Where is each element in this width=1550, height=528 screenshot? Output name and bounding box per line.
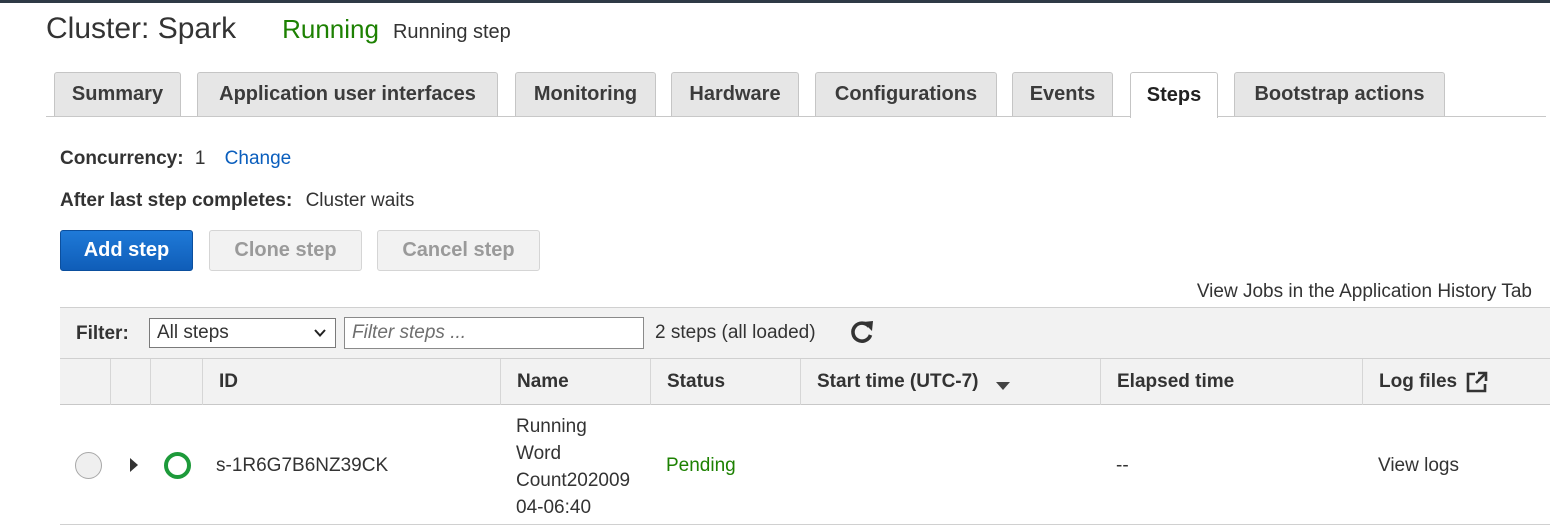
- cluster-header: Cluster: Spark Running Running step: [46, 12, 511, 46]
- concurrency-value: 1: [194, 148, 206, 169]
- view-jobs-history-link[interactable]: View Jobs in the Application History Tab: [1197, 281, 1532, 303]
- cancel-step-button[interactable]: Cancel step: [377, 230, 540, 271]
- tab-events[interactable]: Events: [1012, 72, 1113, 116]
- filter-label: Filter:: [76, 323, 129, 344]
- expand-caret-icon[interactable]: [130, 458, 138, 472]
- steps-count: 2 steps (all loaded): [655, 322, 816, 343]
- cluster-substate: Running step: [392, 21, 511, 43]
- table-row: s-1R6G7B6NZ39CK Running Word Count202009…: [60, 405, 1550, 525]
- column-header-start-time[interactable]: Start time (UTC-7): [800, 359, 1100, 405]
- column-header-log-files[interactable]: Log files: [1362, 359, 1550, 405]
- step-status: Pending: [666, 455, 736, 476]
- external-link-icon: [1466, 371, 1488, 393]
- sort-down-icon: [995, 382, 1010, 390]
- row-select-radio[interactable]: [75, 452, 102, 479]
- cluster-state: Running: [282, 14, 379, 44]
- step-id: s-1R6G7B6NZ39CK: [216, 455, 389, 476]
- clone-step-button[interactable]: Clone step: [209, 230, 362, 271]
- filter-bar: Filter: All steps 2 steps (all loaded): [60, 307, 1550, 359]
- column-header-name[interactable]: Name: [500, 359, 650, 405]
- step-filter-select[interactable]: All steps: [149, 318, 336, 348]
- column-header-id[interactable]: ID: [202, 359, 500, 405]
- status-icon-column-header: [150, 359, 202, 405]
- step-elapsed-time: --: [1116, 455, 1129, 476]
- tab-bootstrap-actions[interactable]: Bootstrap actions: [1234, 72, 1445, 116]
- after-last-step-line: After last step completes: Cluster waits: [60, 190, 414, 212]
- column-header-elapsed-time[interactable]: Elapsed time: [1100, 359, 1362, 405]
- page-title: Cluster: Spark: [46, 12, 237, 45]
- after-last-step-label: After last step completes:: [60, 190, 293, 211]
- tab-configurations[interactable]: Configurations: [815, 72, 997, 116]
- top-border: [0, 0, 1550, 3]
- tab-monitoring[interactable]: Monitoring: [515, 72, 656, 116]
- tab-hardware[interactable]: Hardware: [671, 72, 799, 116]
- after-last-step-value: Cluster waits: [305, 190, 415, 211]
- filter-steps-input[interactable]: [344, 317, 644, 349]
- column-header-status[interactable]: Status: [650, 359, 800, 405]
- change-concurrency-link[interactable]: Change: [225, 148, 292, 169]
- concurrency-line: Concurrency: 1 Change: [60, 148, 291, 170]
- expand-column-header: [110, 359, 150, 405]
- tab-summary[interactable]: Summary: [54, 72, 181, 116]
- chevron-down-icon: [314, 329, 326, 337]
- select-column-header: [60, 359, 110, 405]
- tab-steps[interactable]: Steps: [1130, 72, 1218, 118]
- concurrency-label: Concurrency:: [60, 148, 184, 169]
- step-filter-selected: All steps: [157, 322, 229, 343]
- tab-application-user-interfaces[interactable]: Application user interfaces: [197, 72, 498, 116]
- step-name: Running Word Count202009 04-06:40: [516, 416, 631, 518]
- tab-bar: Summary Application user interfaces Moni…: [46, 72, 1546, 118]
- add-step-button[interactable]: Add step: [60, 230, 193, 271]
- refresh-icon[interactable]: [848, 318, 876, 346]
- view-logs-link[interactable]: View logs: [1378, 455, 1459, 477]
- steps-table-header: ID Name Status Start time (UTC-7) Elapse…: [60, 359, 1550, 405]
- status-pending-icon: [164, 452, 191, 479]
